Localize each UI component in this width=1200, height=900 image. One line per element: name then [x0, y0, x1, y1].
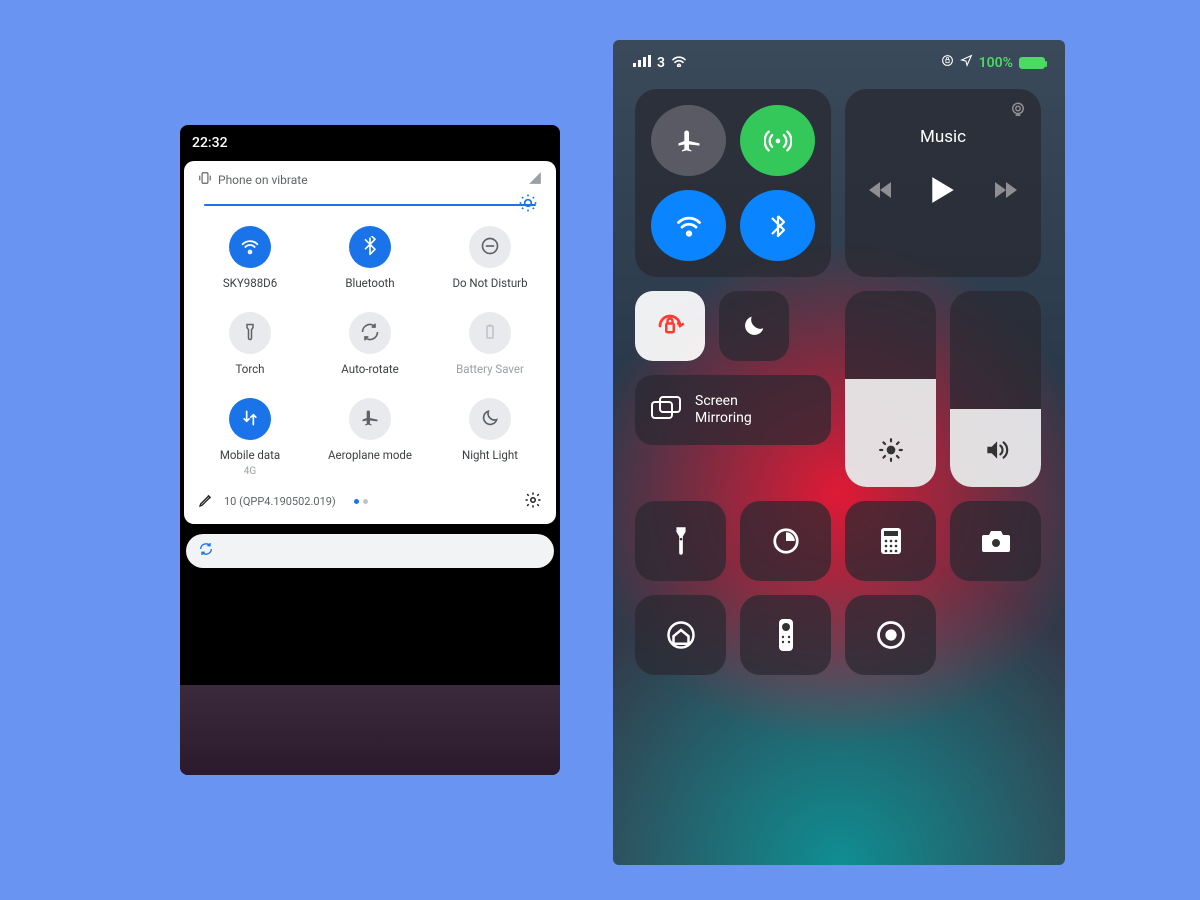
build-version-text: 10 (QPP4.190502.019) [224, 495, 336, 508]
rotate-icon [360, 322, 380, 345]
do-not-disturb-button[interactable] [719, 291, 789, 361]
timer-button[interactable] [740, 501, 831, 581]
dnd-icon [480, 236, 500, 259]
tile-label: Night Light [462, 448, 518, 462]
home-button[interactable] [635, 595, 726, 675]
cellular-signal-icon [528, 171, 542, 188]
screen-mirroring-icon [651, 396, 681, 425]
page-indicator [354, 499, 368, 504]
data-icon [240, 408, 260, 431]
cellular-bars-icon [633, 55, 651, 71]
tile-label: Aeroplane mode [328, 448, 412, 462]
android-wallpaper [180, 685, 560, 775]
tile-sublabel: 4G [244, 466, 256, 477]
tile-mobile-data[interactable]: Mobile data 4G [190, 398, 310, 477]
tile-label: Do Not Disturb [452, 276, 527, 290]
screen-record-button[interactable] [845, 595, 936, 675]
android-clock: 22:32 [192, 135, 228, 151]
tile-label: Auto-rotate [341, 362, 398, 376]
empty-slot [950, 595, 1041, 675]
android-status-bar: 22:32 [180, 125, 560, 161]
tile-label: Battery Saver [456, 362, 524, 376]
brightness-sun-icon [518, 193, 538, 217]
tile-airplane[interactable]: Aeroplane mode [310, 398, 430, 477]
play-button[interactable] [930, 175, 956, 209]
carrier-label: 3 [657, 55, 665, 71]
screen-mirroring-label: Screen Mirroring [695, 393, 752, 427]
airplane-icon [360, 408, 380, 431]
vibrate-status-text: Phone on vibrate [218, 173, 308, 187]
airplane-mode-button[interactable] [651, 105, 726, 176]
flashlight-button[interactable] [635, 501, 726, 581]
cellular-data-button[interactable] [740, 105, 815, 176]
calculator-button[interactable] [845, 501, 936, 581]
media-card[interactable]: Music [845, 89, 1041, 277]
tile-label: Mobile data [220, 448, 280, 462]
airplay-icon[interactable] [1009, 101, 1027, 123]
brightness-sun-icon [878, 437, 904, 467]
previous-track-button[interactable] [868, 180, 894, 204]
connectivity-card [635, 89, 831, 277]
orientation-lock-button[interactable] [635, 291, 705, 361]
vibrate-icon [198, 171, 212, 188]
android-phone: 22:32 Phone on vibrate [180, 125, 560, 775]
bluetooth-button[interactable] [740, 190, 815, 261]
tile-label: Torch [235, 362, 264, 376]
tile-bluetooth[interactable]: Bluetooth [310, 226, 430, 290]
brightness-slider[interactable] [845, 291, 936, 487]
battery-percent-text: 100% [979, 55, 1013, 71]
tile-night-light[interactable]: Night Light [430, 398, 550, 477]
apple-tv-remote-button[interactable] [740, 595, 831, 675]
volume-slider[interactable] [950, 291, 1041, 487]
wifi-status-icon [671, 55, 687, 71]
brightness-slider[interactable] [184, 192, 556, 216]
ios-status-bar: 3 100% [613, 40, 1065, 75]
android-quick-settings-panel: Phone on vibrate SKY988D6 [184, 161, 556, 524]
media-title: Music [920, 127, 966, 147]
bluetooth-icon [360, 236, 380, 259]
tile-battery-saver[interactable]: Battery Saver [430, 312, 550, 376]
lock-rotation-icon [941, 54, 954, 71]
camera-button[interactable] [950, 501, 1041, 581]
tile-wifi[interactable]: SKY988D6 [190, 226, 310, 290]
edit-icon[interactable] [198, 492, 214, 511]
tile-torch[interactable]: Torch [190, 312, 310, 376]
tile-dnd[interactable]: Do Not Disturb [430, 226, 550, 290]
android-tiles-grid: SKY988D6 Bluetooth Do Not Disturb Torch [184, 216, 556, 477]
tile-autorotate[interactable]: Auto-rotate [310, 312, 430, 376]
wifi-icon [239, 235, 261, 260]
battery-icon [481, 323, 499, 344]
battery-icon [1019, 57, 1045, 69]
settings-gear-icon[interactable] [524, 491, 542, 512]
ios-phone: 3 100% [613, 40, 1065, 865]
tile-label: Bluetooth [345, 276, 394, 290]
volume-icon [983, 437, 1009, 467]
wifi-button[interactable] [651, 190, 726, 261]
next-track-button[interactable] [992, 180, 1018, 204]
sync-icon [198, 541, 214, 561]
screen-mirroring-button[interactable]: Screen Mirroring [635, 375, 831, 445]
torch-icon [241, 323, 259, 344]
location-icon [960, 54, 973, 71]
moon-icon [480, 408, 500, 431]
android-notification-bar[interactable] [186, 534, 554, 568]
ios-control-center: Music [613, 75, 1065, 703]
tile-label: SKY988D6 [223, 276, 277, 290]
